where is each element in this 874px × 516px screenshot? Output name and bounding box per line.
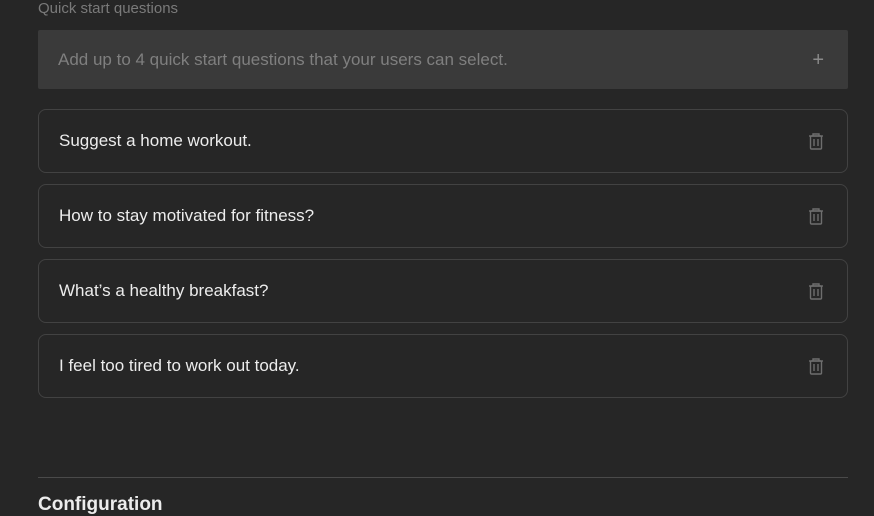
quick-start-question-item[interactable]: How to stay motivated for fitness?	[38, 184, 848, 248]
trash-icon	[809, 133, 823, 150]
quick-start-question-item[interactable]: I feel too tired to work out today.	[38, 334, 848, 398]
question-text: I feel too tired to work out today.	[59, 356, 300, 375]
trash-icon	[809, 283, 823, 300]
question-text: How to stay motivated for fitness?	[59, 206, 315, 225]
section-divider	[38, 477, 848, 478]
trash-icon	[809, 358, 823, 375]
trash-icon	[809, 208, 823, 225]
question-text: What’s a healthy breakfast?	[59, 281, 269, 300]
plus-icon[interactable]: +	[812, 50, 824, 70]
delete-question-button[interactable]	[805, 355, 827, 377]
question-text: Suggest a home workout.	[59, 131, 252, 150]
quick-start-question-item[interactable]: Suggest a home workout.	[38, 109, 848, 173]
quick-start-question-list: Suggest a home workout. How to stay moti…	[38, 109, 848, 409]
delete-question-button[interactable]	[805, 130, 827, 152]
delete-question-button[interactable]	[805, 280, 827, 302]
quick-start-section-label: Quick start questions	[38, 0, 179, 17]
quick-start-panel: Quick start questions Add up to 4 quick …	[0, 0, 874, 515]
add-question-placeholder: Add up to 4 quick start questions that y…	[58, 49, 508, 69]
add-quick-start-question-field[interactable]: Add up to 4 quick start questions that y…	[38, 30, 848, 89]
configuration-section-title: Configuration	[38, 494, 163, 515]
delete-question-button[interactable]	[805, 205, 827, 227]
quick-start-question-item[interactable]: What’s a healthy breakfast?	[38, 259, 848, 323]
